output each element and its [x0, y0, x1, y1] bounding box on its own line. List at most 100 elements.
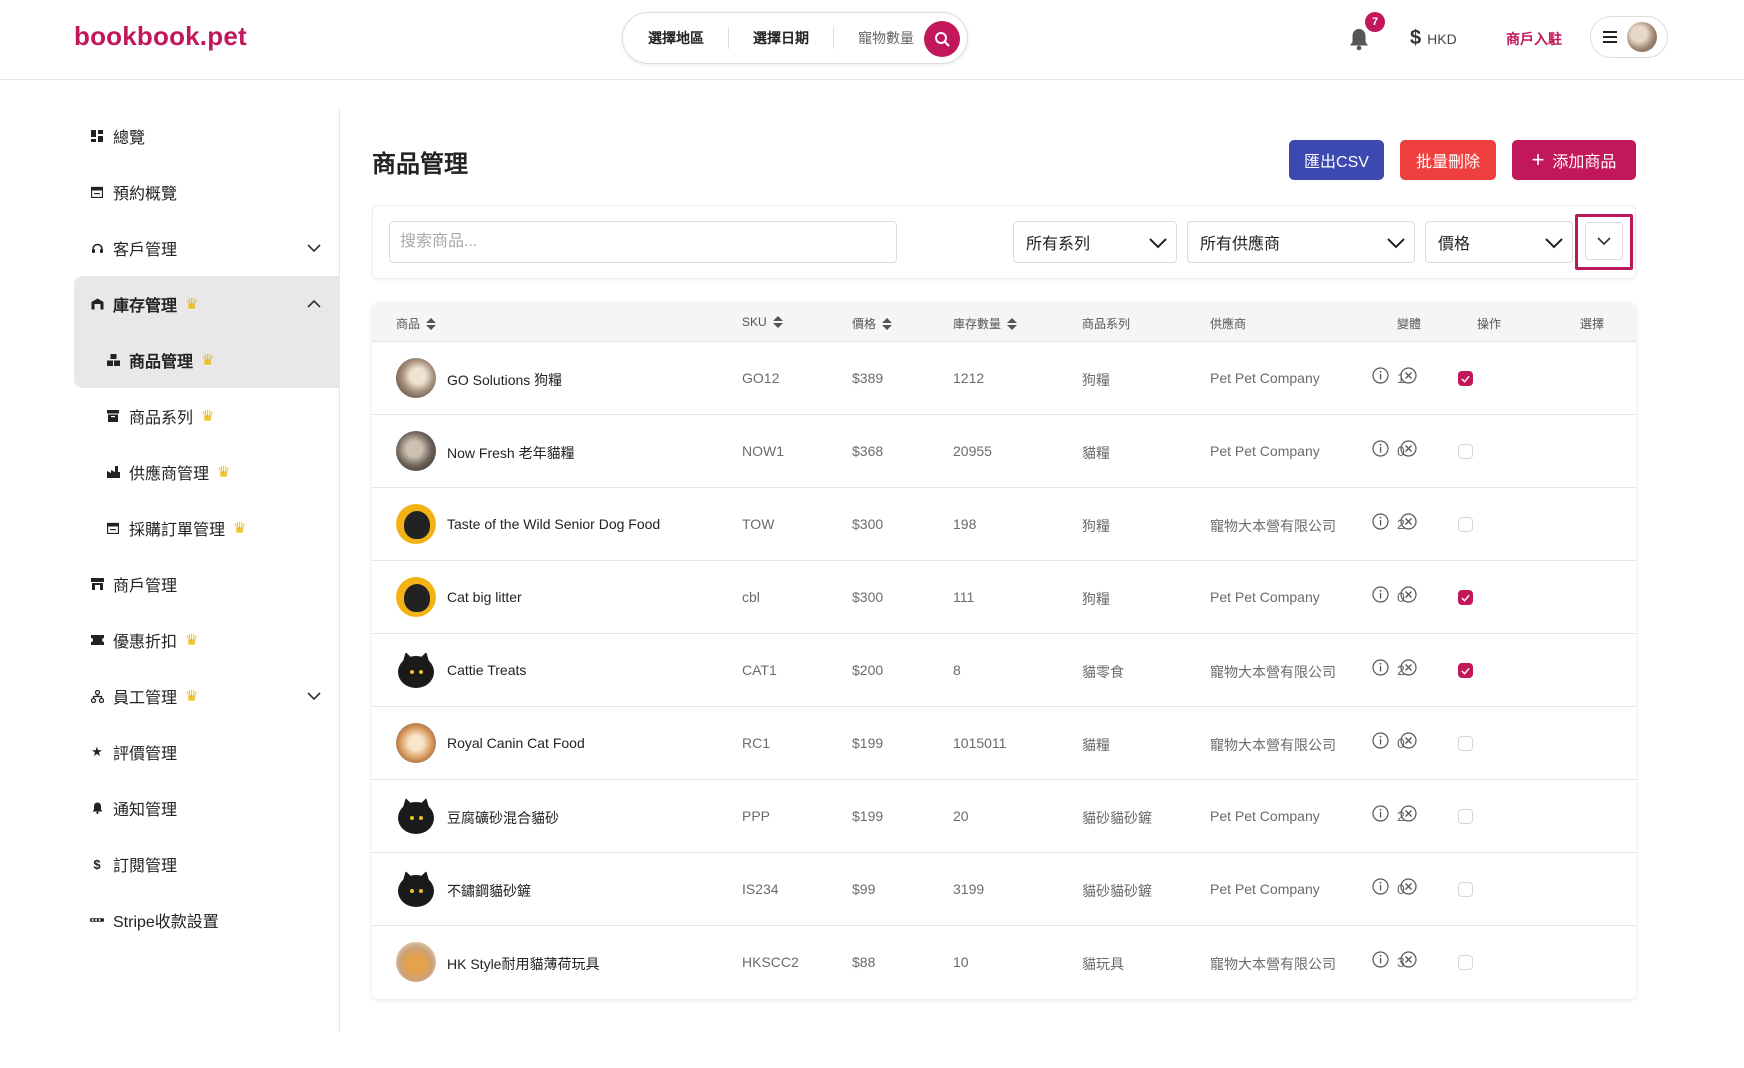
product-thumbnail[interactable]: [396, 723, 436, 763]
search-region-button[interactable]: 選擇地區: [623, 28, 728, 48]
info-icon[interactable]: [1372, 513, 1389, 530]
product-thumbnail[interactable]: [396, 358, 436, 398]
product-price: $368: [852, 443, 884, 459]
product-stock: 20: [953, 808, 969, 824]
search-submit-button[interactable]: [924, 21, 960, 57]
info-icon[interactable]: [1372, 805, 1389, 822]
sort-direction-toggle[interactable]: [1585, 222, 1623, 260]
sidebar-item-stripe-settings[interactable]: Stripe收款設置: [74, 892, 340, 948]
sidebar-item-booking-overview[interactable]: 預約概覽: [74, 164, 340, 220]
product-thumbnail[interactable]: [396, 796, 436, 836]
row-select-checkbox[interactable]: [1458, 663, 1473, 678]
delete-icon[interactable]: [1400, 513, 1417, 530]
product-name[interactable]: Cat big litter: [447, 589, 522, 605]
row-select-checkbox[interactable]: [1458, 736, 1473, 751]
delete-icon[interactable]: [1400, 586, 1417, 603]
info-icon[interactable]: [1372, 659, 1389, 676]
search-date-button[interactable]: 選擇日期: [729, 28, 833, 48]
product-name[interactable]: Cattie Treats: [447, 662, 526, 678]
product-price: $300: [852, 589, 884, 605]
info-icon[interactable]: [1372, 951, 1389, 968]
delete-icon[interactable]: [1400, 805, 1417, 822]
product-name[interactable]: HK Style耐用貓薄荷玩具: [447, 954, 599, 974]
sidebar-item-inventory[interactable]: 庫存管理 ♛: [74, 276, 340, 332]
product-thumbnail[interactable]: [396, 650, 436, 690]
price-sort-select[interactable]: 價格: [1425, 221, 1573, 263]
info-icon[interactable]: [1372, 367, 1389, 384]
sidebar-item-product-series[interactable]: 商品系列 ♛: [74, 388, 340, 444]
sidebar-item-customers[interactable]: 客戶管理: [74, 220, 340, 276]
products-table: 商品 SKU 價格 庫存數量 商品系列 供應商 變體 操作 選擇 GO Solu…: [372, 303, 1636, 999]
bulk-delete-button[interactable]: 批量刪除: [1400, 140, 1496, 180]
sidebar-item-subscription[interactable]: $ 訂閱管理: [74, 836, 340, 892]
sidebar-item-overview[interactable]: 總覽: [74, 108, 340, 164]
column-header-sku[interactable]: SKU: [742, 315, 783, 329]
brand-logo[interactable]: bookbook.pet: [74, 21, 247, 52]
delete-icon[interactable]: [1400, 440, 1417, 457]
add-product-button[interactable]: + 添加商品: [1512, 140, 1636, 180]
table-row[interactable]: Taste of the Wild Senior Dog Food TOW $300…: [372, 488, 1636, 561]
product-name[interactable]: 豆腐礦砂混合貓砂: [447, 808, 559, 828]
table-row[interactable]: Cat big litter cbl $300 111 狗糧 Pet Pet Compan…: [372, 561, 1636, 634]
sidebar-item-reviews[interactable]: ★ 評價管理: [74, 724, 340, 780]
table-row[interactable]: Cattie Treats CAT1 $200 8 貓零食 寵物大本營有限公司 2: [372, 634, 1636, 707]
product-search-input[interactable]: [389, 221, 897, 263]
table-row[interactable]: Now Fresh 老年貓糧 NOW1 $368 20955 貓糧 Pet Pet Com…: [372, 415, 1636, 488]
sidebar-item-notifications[interactable]: 通知管理: [74, 780, 340, 836]
column-header-product[interactable]: 商品: [396, 315, 437, 332]
sidebar-item-discounts[interactable]: 優惠折扣 ♛: [74, 612, 340, 668]
merchant-signup-link[interactable]: 商戶入駐: [1506, 29, 1562, 49]
table-row[interactable]: Royal Canin Cat Food RC1 $199 1015011 貓糧 寵物大本…: [372, 707, 1636, 780]
row-select-checkbox[interactable]: [1458, 809, 1473, 824]
info-icon[interactable]: [1372, 732, 1389, 749]
row-select-checkbox[interactable]: [1458, 955, 1473, 970]
table-row[interactable]: 不鏽鋼貓砂鏟 IS234 $99 3199 貓砂貓砂鏟 Pet Pet Company 0: [372, 853, 1636, 926]
user-menu-button[interactable]: [1590, 16, 1668, 58]
info-icon[interactable]: [1372, 586, 1389, 603]
table-row[interactable]: GO Solutions 狗糧 GO12 $389 1212 狗糧 Pet Pet Com…: [372, 342, 1636, 415]
sidebar-item-products[interactable]: 商品管理 ♛: [74, 332, 340, 388]
row-select-checkbox[interactable]: [1458, 444, 1473, 459]
sidebar-item-suppliers[interactable]: 供應商管理 ♛: [74, 444, 340, 500]
row-select-checkbox[interactable]: [1458, 517, 1473, 532]
product-price: $199: [852, 735, 884, 751]
delete-icon[interactable]: [1400, 951, 1417, 968]
sidebar-item-merchant[interactable]: 商戶管理: [74, 556, 340, 612]
table-row[interactable]: 豆腐礦砂混合貓砂 PPP $199 20 貓砂貓砂鏟 Pet Pet Company 2: [372, 780, 1636, 853]
currency-selector[interactable]: $ HKD: [1410, 27, 1457, 50]
supplier-filter-select[interactable]: 所有供應商: [1187, 221, 1415, 263]
product-thumbnail[interactable]: [396, 504, 436, 544]
premium-crown-icon: ♛: [201, 352, 215, 369]
row-select-checkbox[interactable]: [1458, 371, 1473, 386]
product-sku: NOW1: [742, 443, 784, 459]
series-filter-select[interactable]: 所有系列: [1013, 221, 1177, 263]
product-name[interactable]: 不鏽鋼貓砂鏟: [447, 881, 531, 901]
info-icon[interactable]: [1372, 440, 1389, 457]
search-pill[interactable]: 選擇地區 選擇日期 寵物數量: [622, 12, 968, 64]
search-pets-button[interactable]: 寵物數量: [834, 28, 938, 48]
delete-icon[interactable]: [1400, 878, 1417, 895]
delete-icon[interactable]: [1400, 367, 1417, 384]
table-row[interactable]: HK Style耐用貓薄荷玩具 HKSCC2 $88 10 貓玩具 寵物大本營有限公司 3: [372, 926, 1636, 999]
product-thumbnail[interactable]: [396, 869, 436, 909]
product-name[interactable]: GO Solutions 狗糧: [447, 370, 562, 390]
column-header-stock[interactable]: 庫存數量: [953, 315, 1018, 332]
sidebar-item-staff[interactable]: 員工管理 ♛: [74, 668, 340, 724]
product-name[interactable]: Now Fresh 老年貓糧: [447, 443, 575, 463]
product-stock: 3199: [953, 881, 985, 897]
sidebar-item-purchase-orders[interactable]: 採購訂單管理 ♛: [74, 500, 340, 556]
row-select-checkbox[interactable]: [1458, 882, 1473, 897]
delete-icon[interactable]: [1400, 732, 1417, 749]
product-price: $200: [852, 662, 884, 678]
product-thumbnail[interactable]: [396, 431, 436, 471]
product-thumbnail[interactable]: [396, 942, 436, 982]
notification-bell-icon[interactable]: [1348, 27, 1370, 51]
product-name[interactable]: Taste of the Wild Senior Dog Food: [447, 516, 660, 532]
info-icon[interactable]: [1372, 878, 1389, 895]
delete-icon[interactable]: [1400, 659, 1417, 676]
product-thumbnail[interactable]: [396, 577, 436, 617]
row-select-checkbox[interactable]: [1458, 590, 1473, 605]
product-name[interactable]: Royal Canin Cat Food: [447, 735, 585, 751]
column-header-price[interactable]: 價格: [852, 315, 893, 332]
export-csv-button[interactable]: 匯出CSV: [1289, 140, 1384, 180]
